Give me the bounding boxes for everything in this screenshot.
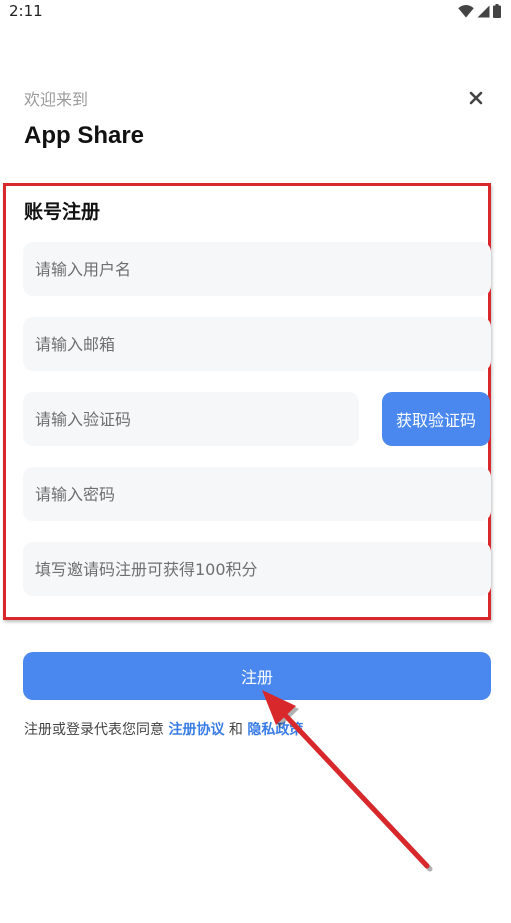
invite-code-field[interactable] [23,542,491,596]
status-bar: 2:11 [0,0,511,26]
agreement-text: 注册或登录代表您同意 注册协议 和 隐私政策 [24,719,303,739]
username-input[interactable] [35,242,491,296]
close-button[interactable] [462,84,490,112]
email-field[interactable] [23,317,491,371]
terms-link[interactable]: 注册协议 [168,722,224,738]
password-field[interactable] [23,467,491,521]
status-time: 2:11 [9,2,43,20]
status-icons [458,4,501,18]
get-code-button[interactable]: 获取验证码 [382,392,490,446]
wifi-icon [458,4,474,17]
agreement-and: 和 [228,722,243,738]
arrow-shaft [282,712,430,869]
register-button[interactable]: 注册 [23,652,491,700]
welcome-text: 欢迎来到 [24,90,89,109]
verification-code-field[interactable] [23,392,359,446]
form-title: 账号注册 [24,201,101,223]
signal-icon [477,5,490,17]
privacy-link[interactable]: 隐私政策 [247,722,303,738]
password-input[interactable] [35,467,491,521]
verification-code-input[interactable] [35,392,359,446]
app-title: App Share [24,122,145,149]
invite-code-input[interactable] [35,542,491,596]
close-icon [469,91,483,105]
email-input[interactable] [35,317,491,371]
username-field[interactable] [23,242,491,296]
agreement-prefix: 注册或登录代表您同意 [24,722,164,738]
battery-icon [493,4,501,18]
